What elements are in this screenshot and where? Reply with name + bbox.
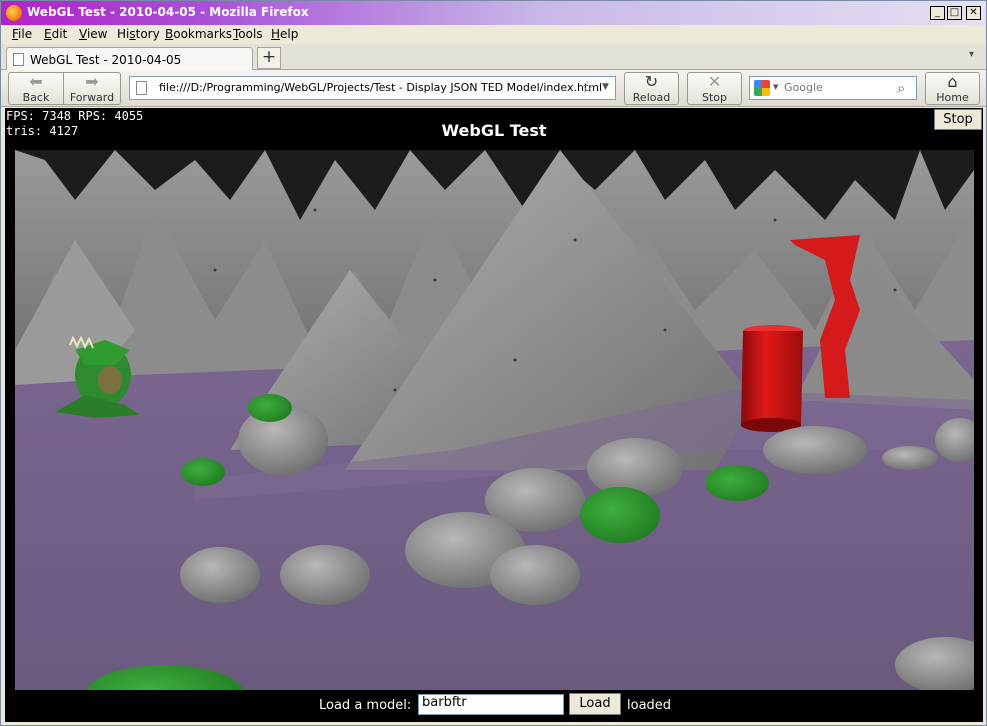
menu-file[interactable]: File — [12, 27, 32, 41]
menu-history[interactable]: Hisstorytory — [117, 27, 160, 41]
bush — [705, 465, 769, 501]
red-barrel — [741, 331, 803, 425]
new-tab-button[interactable]: + — [257, 47, 281, 69]
url-history-dropdown-icon[interactable]: ▼ — [602, 82, 609, 92]
forward-button[interactable]: ➡ Forward — [63, 72, 121, 105]
back-arrow-icon: ⬅ — [29, 72, 43, 91]
navigation-toolbar: ⬅ Back ➡ Forward file:///D:/Programming/… — [1, 70, 986, 107]
search-engine-dropdown-icon[interactable]: ▼ — [773, 83, 778, 91]
page-title: WebGL Test — [441, 121, 547, 140]
firefox-icon — [6, 5, 22, 21]
stop-animation-button[interactable]: Stop — [934, 109, 982, 130]
boulder — [180, 547, 260, 603]
menu-help[interactable]: Help — [271, 27, 298, 41]
tab-title: WebGL Test - 2010-04-05 — [30, 53, 182, 67]
boulder — [763, 426, 867, 474]
load-model-label: Load a model: — [319, 698, 412, 713]
search-bar[interactable]: ▼ Google ⌕ — [749, 76, 917, 100]
menu-tools[interactable]: Tools — [233, 27, 263, 41]
window-title: WebGL Test - 2010-04-05 - Mozilla Firefo… — [27, 5, 309, 19]
webgl-canvas[interactable] — [15, 150, 974, 690]
model-name-input[interactable]: barbftr — [418, 694, 564, 715]
tab-list-icon[interactable]: ▾ — [969, 49, 974, 60]
boulder — [882, 446, 938, 470]
back-button[interactable]: ⬅ Back — [8, 72, 64, 105]
menu-view[interactable]: View — [79, 27, 107, 41]
home-label: Home — [936, 91, 969, 104]
tab-strip: WebGL Test - 2010-04-05 — [1, 44, 986, 71]
tab-webgl-test[interactable]: WebGL Test - 2010-04-05 — [6, 47, 253, 71]
home-button[interactable]: ⌂ Home — [925, 72, 980, 105]
bush — [580, 487, 660, 543]
stop-button[interactable]: ✕ Stop — [687, 72, 742, 105]
search-magnifier-icon[interactable]: ⌕ — [897, 79, 905, 97]
reload-label: Reload — [632, 91, 671, 104]
page-icon — [136, 81, 147, 95]
menu-bookmarks[interactable]: Bookmarks — [165, 27, 232, 41]
load-model-row: Load a model: barbftr Load loaded — [5, 690, 983, 720]
address-bar[interactable]: file:///D:/Programming/WebGL/Projects/Te… — [129, 76, 616, 100]
boulder — [490, 545, 580, 605]
menu-edit[interactable]: Edit — [44, 27, 67, 41]
bookmark-star-icon[interactable]: ☆ — [580, 78, 595, 98]
stop-icon: ✕ — [707, 72, 722, 91]
bush — [181, 458, 225, 486]
boulder — [280, 545, 370, 605]
google-icon[interactable] — [754, 80, 770, 96]
minimize-button[interactable]: _ — [930, 6, 945, 20]
reload-icon: ↻ — [644, 72, 659, 91]
maximize-button[interactable]: □ — [947, 6, 962, 20]
load-button[interactable]: Load — [569, 693, 621, 715]
browser-window: WebGL Test - 2010-04-05 - Mozilla Firefo… — [0, 0, 987, 726]
search-input[interactable]: Google — [784, 81, 894, 94]
load-status-text: loaded — [627, 698, 672, 713]
close-button[interactable]: ✕ — [966, 6, 981, 20]
page-content: FPS: 7348 RPS: 4055 tris: 4127 WebGL Tes… — [5, 108, 983, 722]
bush — [248, 394, 292, 422]
url-input[interactable]: file:///D:/Programming/WebGL/Projects/Te… — [159, 81, 602, 94]
page-icon — [13, 53, 24, 66]
back-label: Back — [22, 91, 50, 104]
home-icon: ⌂ — [947, 72, 958, 91]
forward-arrow-icon: ➡ — [85, 72, 99, 91]
title-bar[interactable]: WebGL Test - 2010-04-05 - Mozilla Firefo… — [1, 1, 986, 25]
boulder — [587, 438, 683, 498]
forward-label: Forward — [69, 91, 115, 104]
menu-bar: File Edit View Hisstorytory Bookmarks To… — [1, 25, 986, 44]
reload-button[interactable]: ↻ Reload — [624, 72, 679, 105]
scene-render — [15, 150, 974, 690]
stop-label: Stop — [701, 91, 727, 104]
